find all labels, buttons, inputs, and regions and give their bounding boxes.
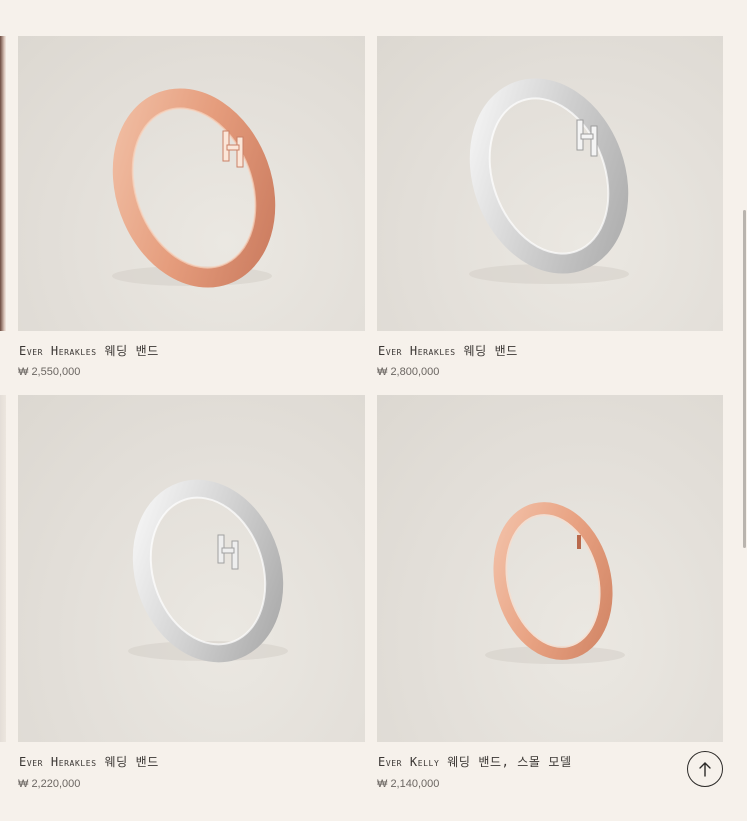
- previous-product-image-edge[interactable]: [0, 36, 6, 331]
- product-name[interactable]: Ever Herakles 웨딩 밴드: [19, 342, 159, 359]
- product-image[interactable]: [18, 36, 365, 331]
- product-card[interactable]: Ever Herakles 웨딩 밴드 ₩ 2,220,000: [18, 395, 365, 795]
- previous-product-image-edge[interactable]: [0, 395, 6, 742]
- product-image[interactable]: [377, 395, 723, 742]
- product-price: ₩ 2,800,000: [377, 366, 440, 378]
- ring-with-h-diamonds-icon: [112, 88, 276, 288]
- product-price: ₩ 2,140,000: [377, 778, 440, 790]
- ring-with-h-diamonds-icon: [469, 78, 629, 284]
- arrow-up-icon: [699, 762, 711, 777]
- product-image[interactable]: [18, 395, 365, 742]
- product-card[interactable]: Ever Kelly 웨딩 밴드, 스몰 모델 ₩ 2,140,000: [377, 395, 723, 795]
- product-name[interactable]: Ever Herakles 웨딩 밴드: [378, 342, 518, 359]
- product-card[interactable]: Ever Herakles 웨딩 밴드 ₩ 2,550,000: [18, 36, 365, 386]
- product-price: ₩ 2,550,000: [18, 366, 81, 378]
- product-card[interactable]: Ever Herakles 웨딩 밴드 ₩ 2,800,000: [377, 36, 723, 386]
- back-to-top-button[interactable]: [687, 751, 723, 787]
- scrollbar-thumb[interactable]: [743, 210, 746, 548]
- product-name[interactable]: Ever Kelly 웨딩 밴드, 스몰 모델: [378, 753, 572, 770]
- ring-with-h-icon: [128, 479, 288, 663]
- thin-ring-icon: [485, 502, 625, 664]
- product-name[interactable]: Ever Herakles 웨딩 밴드: [19, 753, 159, 770]
- product-price: ₩ 2,220,000: [18, 778, 81, 790]
- product-image[interactable]: [377, 36, 723, 331]
